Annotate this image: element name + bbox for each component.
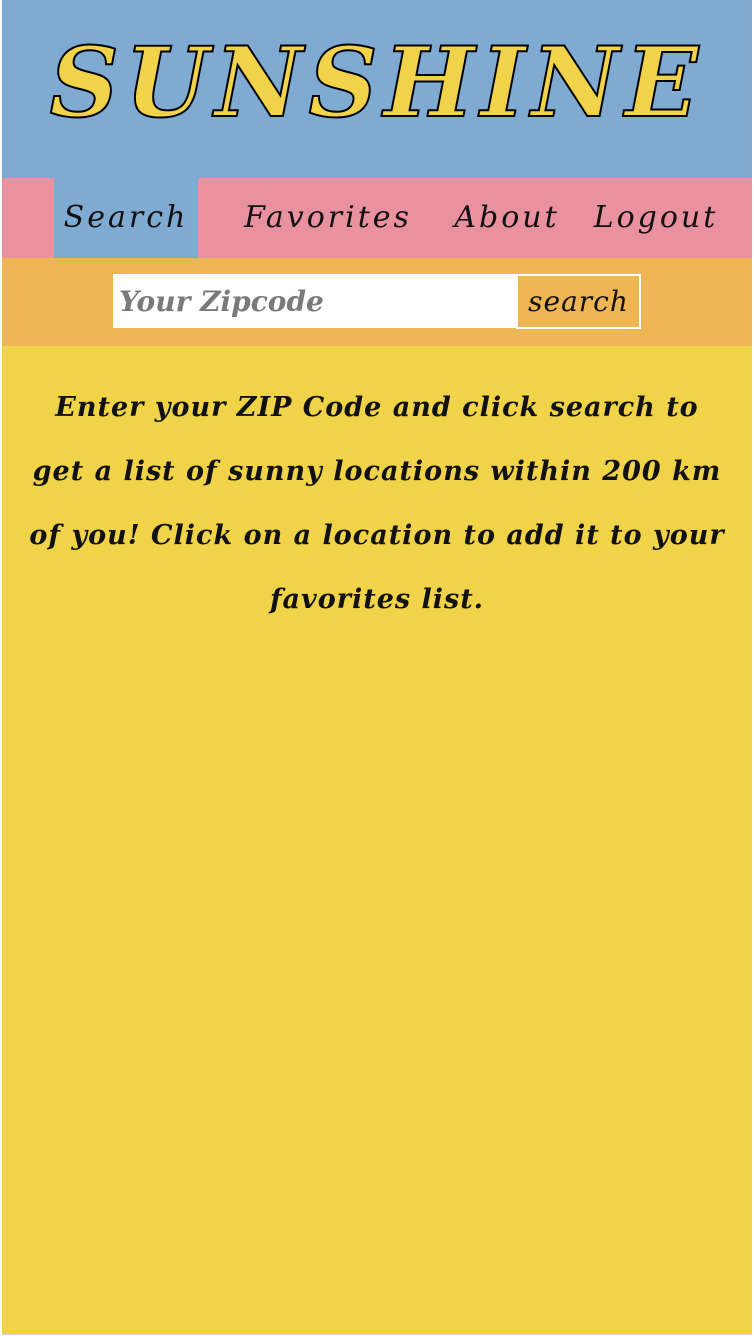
nav-item-logout[interactable]: Logout [588,178,724,258]
main-content: Enter your ZIP Code and click search to … [2,346,752,632]
header: SUNSHINE [2,0,752,178]
zipcode-input[interactable] [113,274,517,328]
app-logo: SUNSHINE [49,25,705,140]
nav-item-about[interactable]: About [448,178,566,258]
search-button[interactable]: search [516,274,641,329]
nav-bar: Search Favorites About Logout [2,178,752,258]
instructions-text: Enter your ZIP Code and click search to … [29,392,725,615]
app-frame: SUNSHINE Search Favorites About Logout s… [2,0,752,1335]
nav-item-search[interactable]: Search [54,178,198,258]
nav-item-favorites[interactable]: Favorites [232,178,424,258]
search-bar: search [2,258,752,346]
